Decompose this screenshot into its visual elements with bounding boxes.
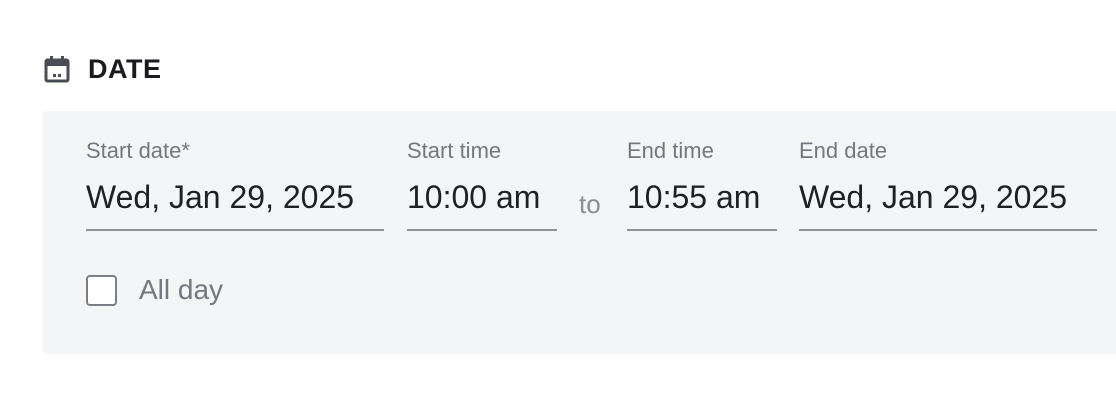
section-title: DATE (88, 53, 162, 84)
calendar-icon (44, 55, 70, 83)
end-date-field: End date Wed, Jan 29, 2025 (799, 137, 1097, 231)
start-date-field: Start date* Wed, Jan 29, 2025 (86, 137, 384, 231)
to-separator: to (579, 189, 601, 219)
start-time-input[interactable]: 10:00 am (407, 177, 557, 231)
start-time-field: Start time 10:00 am (407, 137, 557, 231)
end-time-input[interactable]: 10:55 am (627, 177, 777, 231)
end-time-label: End time (627, 138, 714, 163)
section-header: DATE (44, 52, 162, 86)
start-time-label: Start time (407, 138, 502, 163)
all-day-checkbox[interactable] (86, 274, 117, 306)
end-date-label: End date (799, 138, 888, 163)
date-panel: Start date* Wed, Jan 29, 2025 Start time… (42, 111, 1116, 354)
start-date-label: Start date* (86, 138, 190, 163)
all-day-toggle[interactable]: All day (86, 274, 223, 306)
end-date-input[interactable]: Wed, Jan 29, 2025 (799, 177, 1097, 231)
start-date-input[interactable]: Wed, Jan 29, 2025 (86, 177, 384, 231)
end-time-field: End time 10:55 am (627, 137, 777, 231)
all-day-label: All day (139, 274, 224, 305)
